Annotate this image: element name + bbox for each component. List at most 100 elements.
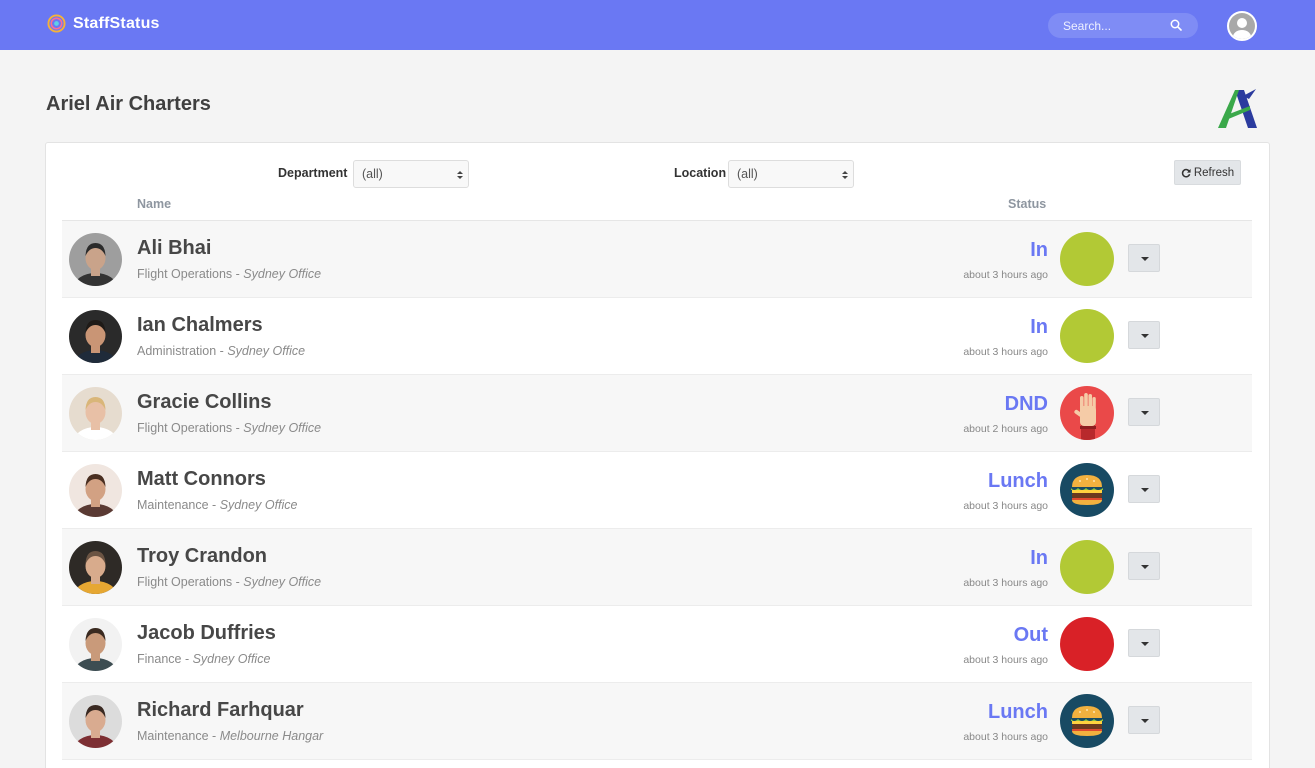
staff-status: In: [1030, 547, 1048, 569]
status-updated-time: about 2 hours ago: [963, 423, 1048, 435]
staff-row: Ian Chalmers Administration - Sydney Off…: [62, 298, 1252, 375]
brand-name: StaffStatus: [73, 14, 160, 32]
caret-down-icon: [1141, 719, 1149, 723]
staff-avatar[interactable]: [69, 695, 122, 748]
status-column-header: Status: [1008, 197, 1047, 211]
staff-location: Sydney Office: [219, 498, 298, 512]
staff-location: Sydney Office: [243, 267, 322, 281]
staff-avatar[interactable]: [69, 541, 122, 594]
caret-down-icon: [1141, 642, 1149, 646]
staff-department: Administration: [137, 344, 217, 358]
status-updated-time: about 3 hours ago: [963, 500, 1048, 512]
status-dropdown-button[interactable]: [1128, 475, 1160, 503]
staff-department: Flight Operations: [137, 267, 233, 281]
staff-department: Flight Operations: [137, 421, 233, 435]
staff-panel: Department (all) Location (all) Refresh …: [45, 142, 1270, 768]
staff-location: Sydney Office: [243, 575, 322, 589]
refresh-button[interactable]: Refresh: [1174, 160, 1241, 185]
page-title: Ariel Air Charters: [46, 93, 211, 115]
company-logo-icon: [1218, 89, 1257, 128]
status-out-icon: [1060, 617, 1114, 671]
search-box: [1048, 13, 1198, 38]
status-dropdown-button[interactable]: [1128, 398, 1160, 426]
status-in-icon: [1060, 232, 1114, 286]
user-avatar-icon[interactable]: [1227, 11, 1257, 41]
staff-name[interactable]: Gracie Collins: [137, 391, 272, 414]
staff-status: Out: [1013, 624, 1048, 646]
staff-department-location: Maintenance - Sydney Office: [137, 498, 298, 512]
staff-avatar[interactable]: [69, 233, 122, 286]
burger-icon: [1060, 463, 1114, 517]
staff-location: Melbourne Hangar: [219, 729, 324, 743]
staff-department-location: Flight Operations - Sydney Office: [137, 267, 322, 281]
staff-row: Gracie Collins Flight Operations - Sydne…: [62, 375, 1252, 452]
brand-link[interactable]: StaffStatus: [47, 14, 160, 33]
staff-status: In: [1030, 316, 1048, 338]
select-arrows-icon: [842, 171, 848, 179]
status-updated-time: about 3 hours ago: [963, 346, 1048, 358]
caret-down-icon: [1141, 488, 1149, 492]
department-select[interactable]: (all): [353, 160, 469, 188]
staff-department-location: Finance - Sydney Office: [137, 652, 271, 666]
select-arrows-icon: [457, 171, 463, 179]
location-select[interactable]: (all): [728, 160, 854, 188]
location-label: Location: [674, 166, 727, 180]
staff-name[interactable]: Ali Bhai: [137, 237, 211, 260]
staff-name[interactable]: Troy Crandon: [137, 545, 267, 568]
staff-department: Finance: [137, 652, 182, 666]
staff-department-location: Administration - Sydney Office: [137, 344, 306, 358]
top-navbar: StaffStatus: [0, 0, 1315, 50]
staff-row: Matt Connors Maintenance - Sydney Office…: [62, 452, 1252, 529]
status-in-icon: [1060, 540, 1114, 594]
name-column-header: Name: [137, 197, 172, 211]
staff-location: Sydney Office: [192, 652, 271, 666]
status-updated-time: about 3 hours ago: [963, 269, 1048, 281]
staff-status: In: [1030, 239, 1048, 261]
status-dropdown-button[interactable]: [1128, 629, 1160, 657]
status-dropdown-button[interactable]: [1128, 321, 1160, 349]
staff-avatar[interactable]: [69, 464, 122, 517]
status-updated-time: about 3 hours ago: [963, 731, 1048, 743]
staff-avatar[interactable]: [69, 618, 122, 671]
department-label: Department: [278, 166, 348, 180]
location-select-value: (all): [737, 167, 758, 181]
refresh-label: Refresh: [1193, 166, 1235, 179]
brand-logo-icon: [47, 14, 66, 33]
staff-location: Sydney Office: [243, 421, 322, 435]
department-select-value: (all): [362, 167, 383, 181]
status-updated-time: about 3 hours ago: [963, 654, 1048, 666]
status-updated-time: about 3 hours ago: [963, 577, 1048, 589]
staff-name[interactable]: Richard Farhquar: [137, 699, 304, 722]
staff-name[interactable]: Jacob Duffries: [137, 622, 276, 645]
staff-department: Maintenance: [137, 729, 209, 743]
staff-name[interactable]: Ian Chalmers: [137, 314, 263, 337]
staff-status: Lunch: [988, 470, 1048, 492]
staff-table: Ali Bhai Flight Operations - Sydney Offi…: [62, 220, 1252, 760]
staff-department: Maintenance: [137, 498, 209, 512]
caret-down-icon: [1141, 334, 1149, 338]
staff-name[interactable]: Matt Connors: [137, 468, 266, 491]
status-in-icon: [1060, 309, 1114, 363]
burger-icon: [1060, 694, 1114, 748]
staff-location: Sydney Office: [227, 344, 306, 358]
staff-avatar[interactable]: [69, 310, 122, 363]
staff-row: Jacob Duffries Finance - Sydney Office O…: [62, 606, 1252, 683]
staff-status: DND: [1004, 393, 1048, 415]
caret-down-icon: [1141, 257, 1149, 261]
staff-row: Richard Farhquar Maintenance - Melbourne…: [62, 683, 1252, 760]
caret-down-icon: [1141, 411, 1149, 415]
hand-stop-icon: [1060, 386, 1114, 440]
staff-avatar[interactable]: [69, 387, 122, 440]
caret-down-icon: [1141, 565, 1149, 569]
staff-row: Ali Bhai Flight Operations - Sydney Offi…: [62, 221, 1252, 298]
refresh-icon: [1181, 168, 1191, 177]
staff-department-location: Flight Operations - Sydney Office: [137, 575, 322, 589]
staff-department-location: Flight Operations - Sydney Office: [137, 421, 322, 435]
search-icon[interactable]: [1170, 19, 1182, 31]
status-dropdown-button[interactable]: [1128, 244, 1160, 272]
staff-row: Troy Crandon Flight Operations - Sydney …: [62, 529, 1252, 606]
staff-department: Flight Operations: [137, 575, 233, 589]
status-dropdown-button[interactable]: [1128, 552, 1160, 580]
staff-status: Lunch: [988, 701, 1048, 723]
status-dropdown-button[interactable]: [1128, 706, 1160, 734]
